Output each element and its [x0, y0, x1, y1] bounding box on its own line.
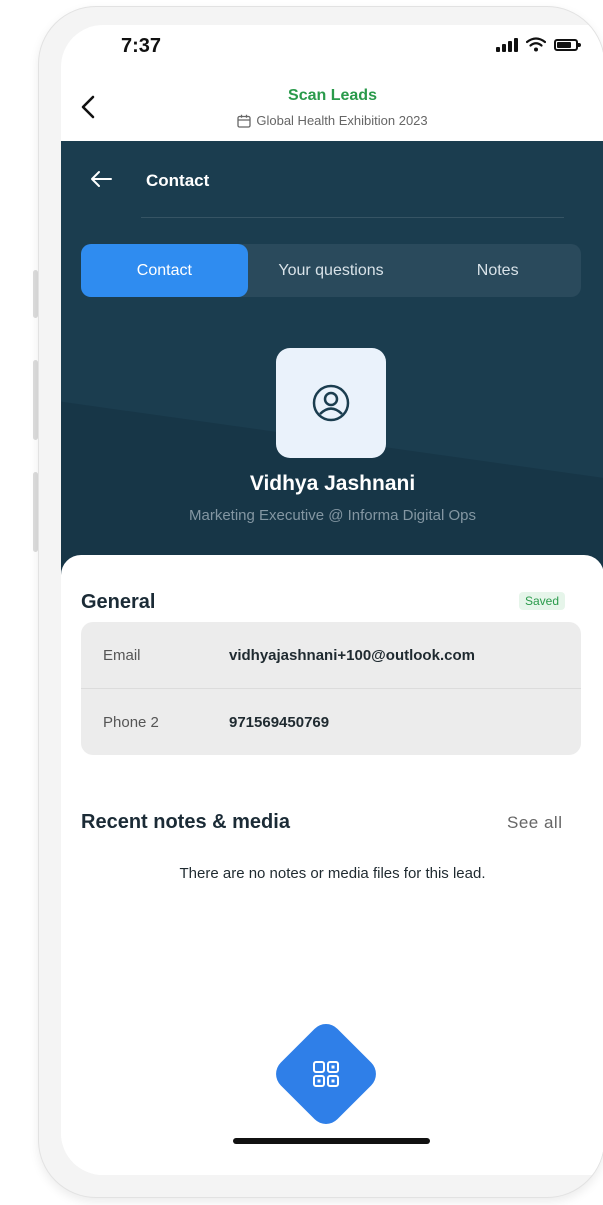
event-name: Global Health Exhibition 2023: [256, 113, 428, 128]
phone-frame: 7:37 Scan Leads Global Health Exhibition…: [38, 6, 603, 1198]
info-label: Phone 2: [103, 713, 159, 731]
contact-header: Contact Contact Your questions Notes Vid…: [61, 141, 603, 601]
tab-contact[interactable]: Contact: [81, 244, 248, 297]
signal-icon: [496, 37, 518, 52]
details-card: General Saved Email vidhyajashnani+100@o…: [61, 555, 603, 1175]
tab-your-questions[interactable]: Your questions: [248, 244, 415, 297]
wifi-icon: [526, 37, 546, 52]
general-info-list: Email vidhyajashnani+100@outlook.com Pho…: [81, 622, 581, 755]
see-all-link[interactable]: See all: [507, 813, 562, 833]
empty-state-text: There are no notes or media files for th…: [179, 865, 486, 882]
screen: 7:37 Scan Leads Global Health Exhibition…: [61, 25, 603, 1175]
info-row-phone: Phone 2 971569450769: [81, 689, 581, 755]
header-title: Contact: [146, 171, 210, 190]
tab-bar: Contact Your questions Notes: [81, 244, 581, 297]
info-label: Email: [103, 646, 141, 664]
avatar: [276, 348, 386, 458]
contact-name: Vidhya Jashnani: [249, 472, 416, 495]
tab-notes[interactable]: Notes: [414, 244, 581, 297]
user-circle-icon: [312, 384, 350, 422]
recent-section-title: Recent notes & media: [81, 811, 290, 833]
info-row-email: Email vidhyajashnani+100@outlook.com: [81, 622, 581, 689]
nav-subtitle: Global Health Exhibition 2023: [61, 113, 603, 128]
info-value-phone[interactable]: 971569450769: [229, 714, 329, 731]
calendar-icon: [237, 114, 252, 128]
header-divider: [141, 217, 564, 218]
general-section-title: General: [81, 591, 156, 613]
status-time: 7:37: [121, 35, 162, 57]
contact-role: Marketing Executive @ Informa Digital Op…: [189, 507, 476, 524]
status-icons: [496, 37, 581, 52]
qr-scan-icon[interactable]: [311, 1059, 341, 1089]
info-value-email[interactable]: vidhyajashnani+100@outlook.com: [229, 647, 475, 664]
back-arrow-icon[interactable]: [89, 169, 113, 189]
nav-title: Scan Leads: [288, 87, 377, 104]
saved-badge: Saved: [519, 592, 566, 610]
home-indicator[interactable]: [233, 1138, 430, 1144]
battery-icon: [554, 38, 581, 51]
